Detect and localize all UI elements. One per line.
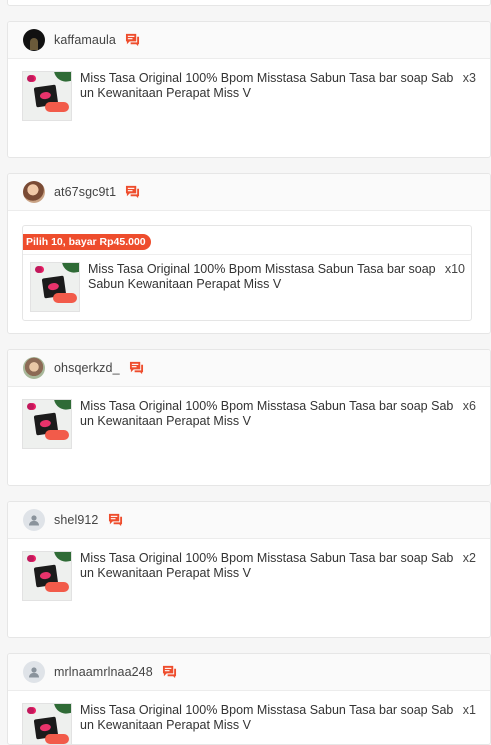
product-name[interactable]: Miss Tasa Original 100% Bpom Misstasa Sa…	[80, 399, 463, 429]
buyer-username[interactable]: kaffamaula	[54, 33, 116, 47]
product-thumbnail[interactable]	[22, 703, 72, 744]
previous-order-card	[7, 0, 491, 6]
chat-icon[interactable]	[125, 33, 140, 47]
item-quantity: x2	[462, 551, 476, 565]
order-header: kaffamaula	[8, 22, 490, 59]
chat-icon[interactable]	[162, 665, 177, 679]
order-item[interactable]: Miss Tasa Original 100% Bpom Misstasa Sa…	[8, 691, 490, 744]
order-header: ohsqerkzd_	[8, 350, 490, 387]
avatar[interactable]	[23, 661, 45, 683]
item-quantity: x3	[462, 71, 476, 85]
chat-icon[interactable]	[108, 513, 123, 527]
item-quantity: x1	[462, 703, 476, 717]
order-item[interactable]: Miss Tasa Original 100% Bpom Misstasa Sa…	[8, 59, 490, 121]
item-quantity: x6	[462, 399, 476, 413]
chat-icon[interactable]	[125, 185, 140, 199]
product-thumbnail[interactable]	[22, 71, 72, 121]
order-card: kaffamaula Miss Tasa Original 100% Bpom …	[7, 21, 491, 158]
order-card: shel912 Miss Tasa Original 100% Bpom Mis…	[7, 501, 491, 638]
item-quantity: x10	[444, 262, 465, 276]
product-thumbnail[interactable]	[22, 399, 72, 449]
default-user-icon	[29, 515, 39, 526]
avatar[interactable]	[23, 509, 45, 531]
product-name[interactable]: Miss Tasa Original 100% Bpom Misstasa Sa…	[80, 703, 463, 733]
avatar[interactable]	[23, 357, 45, 379]
product-thumbnail[interactable]	[30, 262, 80, 312]
bundle-deal-group: Pilih 10, bayar Rp45.000 Miss Tasa Origi…	[22, 225, 472, 321]
avatar[interactable]	[23, 29, 45, 51]
product-name[interactable]: Miss Tasa Original 100% Bpom Misstasa Sa…	[80, 551, 463, 581]
order-item[interactable]: Miss Tasa Original 100% Bpom Misstasa Sa…	[23, 250, 471, 312]
order-item[interactable]: Miss Tasa Original 100% Bpom Misstasa Sa…	[8, 539, 490, 601]
product-thumbnail[interactable]	[22, 551, 72, 601]
buyer-username[interactable]: mrlnaamrlnaa248	[54, 665, 153, 679]
order-card: ohsqerkzd_ Miss Tasa Original 100% Bpom …	[7, 349, 491, 486]
order-card: mrlnaamrlnaa248 Miss Tasa Original 100% …	[7, 653, 491, 745]
buyer-username[interactable]: ohsqerkzd_	[54, 361, 120, 375]
bundle-deal-badge: Pilih 10, bayar Rp45.000	[23, 234, 151, 250]
chat-icon[interactable]	[129, 361, 144, 375]
product-name[interactable]: Miss Tasa Original 100% Bpom Misstasa Sa…	[80, 71, 463, 101]
order-header: at67sgc9t1	[8, 174, 490, 211]
order-item[interactable]: Miss Tasa Original 100% Bpom Misstasa Sa…	[8, 387, 490, 449]
product-name[interactable]: Miss Tasa Original 100% Bpom Misstasa Sa…	[88, 262, 445, 292]
order-header: shel912	[8, 502, 490, 539]
order-card: at67sgc9t1 Pilih 10, bayar Rp45.000 Miss…	[7, 173, 491, 334]
order-header: mrlnaamrlnaa248	[8, 654, 490, 691]
buyer-username[interactable]: shel912	[54, 513, 99, 527]
default-user-icon	[29, 667, 39, 678]
avatar[interactable]	[23, 181, 45, 203]
buyer-username[interactable]: at67sgc9t1	[54, 185, 116, 199]
